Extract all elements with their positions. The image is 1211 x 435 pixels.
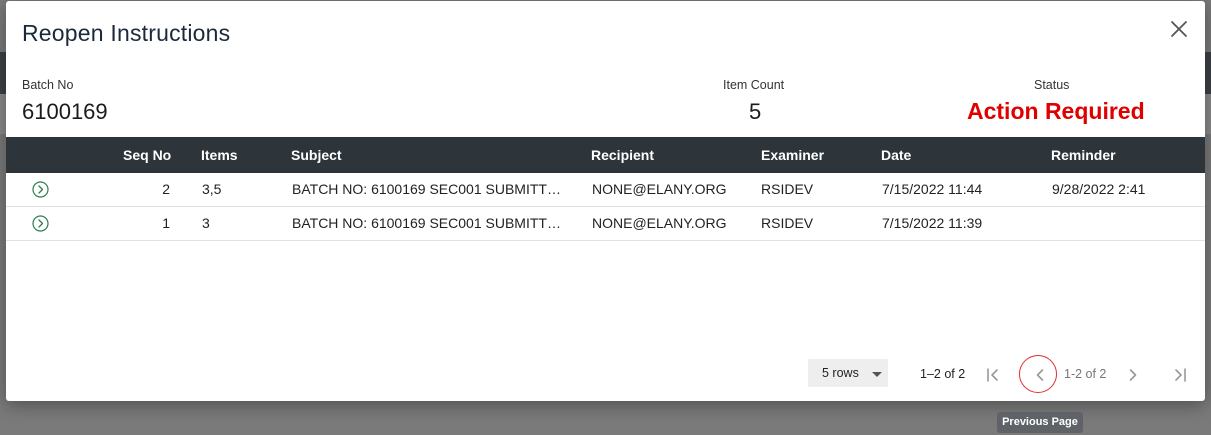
table-row[interactable]: 1 3 BATCH NO: 6100169 SEC001 SUBMITTE… N… xyxy=(6,207,1205,241)
chevron-left-icon xyxy=(1036,369,1044,381)
previous-page-tooltip: Previous Page xyxy=(997,412,1083,433)
last-page-icon xyxy=(1175,368,1186,382)
chevron-right-icon xyxy=(1129,369,1137,381)
cell-examiner: RSIDEV xyxy=(761,215,814,231)
rows-per-page-select[interactable]: 5 rows xyxy=(808,359,888,387)
column-header-seq-no[interactable]: Seq No xyxy=(123,137,171,173)
pagination-range-secondary: 1-2 of 2 xyxy=(1064,367,1107,381)
expand-row-button[interactable] xyxy=(32,215,49,232)
cell-subject: BATCH NO: 6100169 SEC001 SUBMITTE… xyxy=(292,181,564,197)
pagination-range: 1–2 of 2 xyxy=(920,367,966,381)
chevron-right-circle-icon xyxy=(32,181,49,198)
column-header-reminder[interactable]: Reminder xyxy=(1051,137,1116,173)
last-page-button[interactable] xyxy=(1170,365,1190,385)
modal-title: Reopen Instructions xyxy=(22,20,231,46)
previous-page-button[interactable] xyxy=(1030,365,1050,385)
cell-recipient: NONE@ELANY.ORG xyxy=(592,215,727,231)
column-header-date[interactable]: Date xyxy=(881,137,911,173)
cell-seq-no: 1 xyxy=(162,215,170,231)
column-header-examiner[interactable]: Examiner xyxy=(761,137,824,173)
cell-date: 7/15/2022 11:39 xyxy=(882,215,983,231)
cell-items: 3 xyxy=(202,215,210,231)
column-header-items[interactable]: Items xyxy=(201,137,238,173)
batch-no-label: Batch No xyxy=(22,78,74,92)
table-header: Seq No Items Subject Recipient Examiner … xyxy=(6,137,1205,173)
column-header-subject[interactable]: Subject xyxy=(291,137,342,173)
cell-subject: BATCH NO: 6100169 SEC001 SUBMITTE… xyxy=(292,215,564,231)
batch-no-value: 6100169 xyxy=(22,99,108,124)
next-page-button[interactable] xyxy=(1123,365,1143,385)
item-count-label: Item Count xyxy=(723,78,785,92)
first-page-icon xyxy=(987,368,998,382)
cell-date: 7/15/2022 11:44 xyxy=(882,181,983,197)
dropdown-arrow-icon xyxy=(872,372,882,377)
cell-recipient: NONE@ELANY.ORG xyxy=(592,181,727,197)
close-icon xyxy=(1171,21,1187,37)
reopen-instructions-modal: Reopen Instructions Batch No 6100169 Ite… xyxy=(6,1,1205,401)
column-header-recipient[interactable]: Recipient xyxy=(591,137,654,173)
cell-examiner: RSIDEV xyxy=(761,181,814,197)
cell-seq-no: 2 xyxy=(162,181,170,197)
status-value: Action Required xyxy=(967,98,1145,124)
cell-reminder: 9/28/2022 2:41 xyxy=(1052,181,1146,197)
item-count-value: 5 xyxy=(749,99,762,124)
first-page-button[interactable] xyxy=(983,365,1003,385)
rows-per-page-value: 5 rows xyxy=(822,366,859,380)
status-label: Status xyxy=(1034,78,1070,92)
chevron-right-circle-icon xyxy=(32,215,49,232)
expand-row-button[interactable] xyxy=(32,181,49,198)
table-row[interactable]: 2 3,5 BATCH NO: 6100169 SEC001 SUBMITTE…… xyxy=(6,173,1205,207)
cell-reminder xyxy=(1052,207,1192,240)
cell-items: 3,5 xyxy=(202,181,222,197)
close-button[interactable] xyxy=(1169,19,1189,39)
